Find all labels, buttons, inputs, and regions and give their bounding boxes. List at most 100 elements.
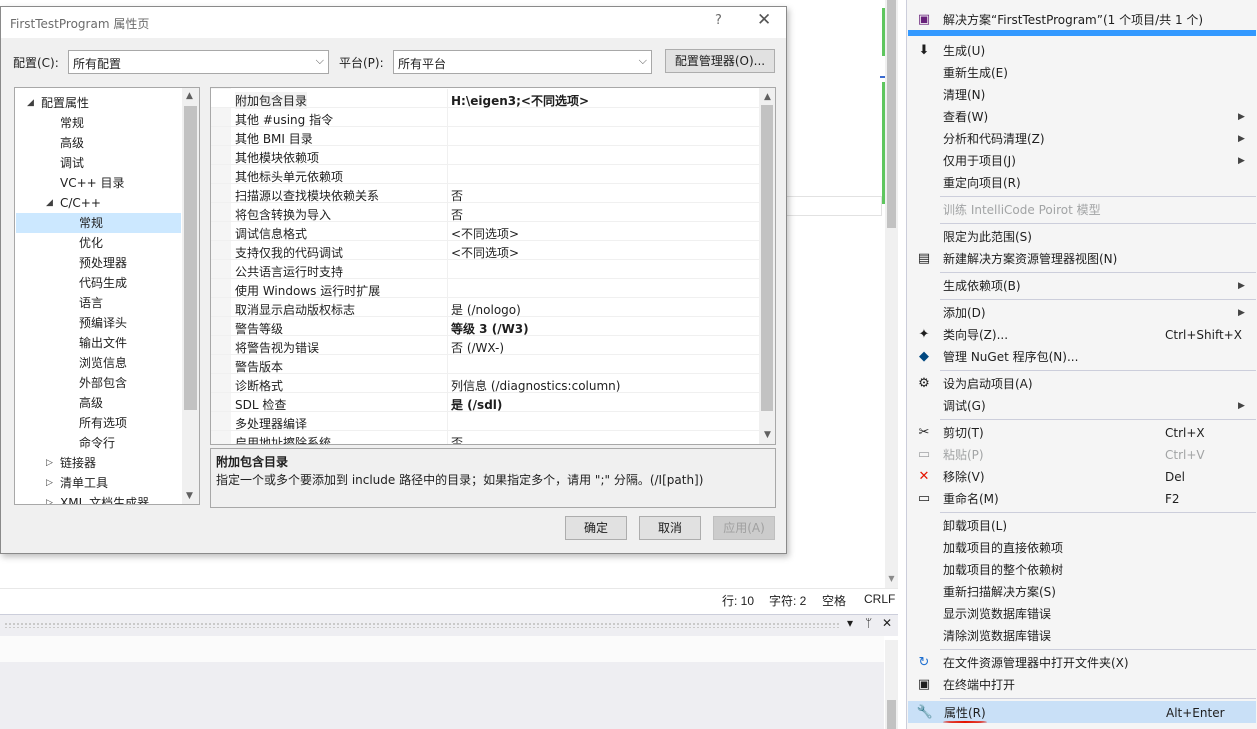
menu-item-24[interactable]: ✕ 移除(V) Del: [908, 466, 1256, 488]
dialog-titlebar[interactable]: FirstTestProgram 属性页 ? ✕: [1, 7, 786, 38]
property-grid[interactable]: 附加包含目录 H:\eigen3;<不同选项> 其他 #using 指令 其他 BMI…: [210, 87, 776, 445]
cancel-button[interactable]: 取消: [639, 516, 701, 540]
collapse-icon[interactable]: ◢: [46, 193, 53, 213]
property-row[interactable]: 警告版本: [211, 355, 759, 374]
help-icon[interactable]: ?: [715, 13, 722, 28]
scroll-down-arrow-icon[interactable]: ▼: [764, 430, 771, 440]
menu-item-34[interactable]: ↻ 在文件资源管理器中打开文件夹(X): [908, 652, 1256, 674]
tree-item[interactable]: ▷ XML 文档生成器: [16, 493, 181, 504]
menu-item-11[interactable]: ▤ 新建解决方案资源管理器视图(N): [908, 248, 1256, 270]
tree-item[interactable]: 调试: [16, 153, 181, 173]
tree-item[interactable]: 输出文件: [16, 333, 181, 353]
property-row[interactable]: 其他 BMI 目录: [211, 127, 759, 146]
property-row[interactable]: 多处理器编译: [211, 412, 759, 431]
expand-icon[interactable]: ▷: [46, 493, 53, 504]
menu-item-31[interactable]: 显示浏览数据库错误: [908, 603, 1256, 625]
tree-item[interactable]: 预编译头: [16, 313, 181, 333]
property-value[interactable]: 列信息 (/diagnostics:column): [451, 377, 620, 394]
apply-button[interactable]: 应用(A): [713, 516, 775, 540]
property-row[interactable]: 其他标头单元依赖项: [211, 165, 759, 184]
property-row[interactable]: 支持仅我的代码调试 <不同选项>: [211, 241, 759, 260]
menu-item-30[interactable]: 重新扫描解决方案(S): [908, 581, 1256, 603]
tree-item[interactable]: 语言: [16, 293, 181, 313]
property-value[interactable]: 否 (/WX-): [451, 339, 504, 356]
tree-item[interactable]: ◢ C/C++: [16, 193, 181, 213]
tree-item[interactable]: 高级: [16, 133, 181, 153]
tree-item[interactable]: ◢ 配置属性: [16, 93, 181, 113]
tool-window-scrollbar-thumb[interactable]: [887, 700, 896, 729]
menu-item-19[interactable]: ⚙ 设为启动项目(A): [908, 373, 1256, 395]
menu-item-16[interactable]: ✦ 类向导(Z)... Ctrl+Shift+X: [908, 324, 1256, 346]
menu-item-23[interactable]: ▭ 粘贴(P) Ctrl+V: [908, 444, 1256, 466]
scroll-down-arrow-icon[interactable]: ▼: [186, 491, 193, 501]
tree-item[interactable]: ▷ 链接器: [16, 453, 181, 473]
scroll-up-arrow-icon[interactable]: ▲: [186, 91, 193, 101]
menu-item-2[interactable]: 清理(N): [908, 84, 1256, 106]
expand-icon[interactable]: ▷: [46, 473, 53, 493]
menu-item-25[interactable]: ▭ 重命名(M) F2: [908, 488, 1256, 510]
property-value[interactable]: 等级 3 (/W3): [451, 320, 529, 337]
menu-item-37[interactable]: 🔧 属性(R) Alt+Enter: [908, 701, 1256, 723]
scroll-down-arrow-icon[interactable]: ▼: [885, 572, 898, 586]
property-row[interactable]: 附加包含目录 H:\eigen3;<不同选项>: [211, 89, 759, 109]
menu-item-3[interactable]: 查看(W) ▶: [908, 106, 1256, 128]
selected-project-node[interactable]: [908, 30, 1256, 36]
tree-item[interactable]: 浏览信息: [16, 353, 181, 373]
property-value[interactable]: 否: [451, 206, 463, 223]
property-value[interactable]: H:\eigen3;<不同选项>: [451, 92, 589, 109]
property-row[interactable]: SDL 检查 是 (/sdl): [211, 393, 759, 412]
editor-scrollbar-thumb[interactable]: [887, 0, 896, 228]
property-row[interactable]: 使用 Windows 运行时扩展: [211, 279, 759, 298]
menu-item-1[interactable]: 重新生成(E): [908, 62, 1256, 84]
tree-item[interactable]: VC++ 目录: [16, 173, 181, 193]
menu-item-6[interactable]: 重定向项目(R): [908, 172, 1256, 194]
property-row[interactable]: 扫描源以查找模块依赖关系 否: [211, 184, 759, 203]
property-row[interactable]: 诊断格式 列信息 (/diagnostics:column): [211, 374, 759, 393]
whitespace-indicator[interactable]: 空格: [822, 592, 846, 609]
property-value[interactable]: 是 (/nologo): [451, 301, 521, 318]
property-row[interactable]: 其他模块依赖项: [211, 146, 759, 165]
menu-item-5[interactable]: 仅用于项目(J) ▶: [908, 150, 1256, 172]
tree-item[interactable]: 命令行: [16, 433, 181, 453]
menu-item-20[interactable]: 调试(G) ▶: [908, 395, 1256, 417]
scroll-up-arrow-icon[interactable]: ▲: [764, 92, 771, 102]
line-ending-indicator[interactable]: CRLF: [864, 592, 895, 606]
pin-icon[interactable]: ᛘ: [865, 616, 872, 630]
collapse-icon[interactable]: ◢: [27, 93, 34, 113]
ok-button[interactable]: 确定: [565, 516, 627, 540]
platform-select[interactable]: 所有平台 ⌵: [393, 50, 652, 74]
tree-item[interactable]: 所有选项: [16, 413, 181, 433]
tree-item[interactable]: 预处理器: [16, 253, 181, 273]
tool-window-close-icon[interactable]: ✕: [882, 616, 892, 630]
menu-item-8[interactable]: 训练 IntelliCode Poirot 模型: [908, 199, 1256, 221]
tree-item[interactable]: 高级: [16, 393, 181, 413]
property-row[interactable]: 警告等级 等级 3 (/W3): [211, 317, 759, 336]
menu-item-29[interactable]: 加载项目的整个依赖树: [908, 559, 1256, 581]
menu-item-27[interactable]: 卸载项目(L): [908, 515, 1256, 537]
close-icon[interactable]: ✕: [757, 10, 771, 30]
expand-icon[interactable]: ▷: [46, 453, 53, 473]
property-row[interactable]: 取消显示启动版权标志 是 (/nologo): [211, 298, 759, 317]
property-value[interactable]: <不同选项>: [451, 244, 519, 261]
tool-window-grip[interactable]: [4, 622, 840, 628]
property-value[interactable]: 否: [451, 434, 463, 444]
property-value[interactable]: <不同选项>: [451, 225, 519, 242]
tree-item[interactable]: 常规: [16, 113, 181, 133]
menu-item-17[interactable]: ◆ 管理 NuGet 程序包(N)...: [908, 346, 1256, 368]
property-row[interactable]: 将包含转换为导入 否: [211, 203, 759, 222]
menu-item-0[interactable]: ⬇ 生成(U): [908, 40, 1256, 62]
solution-node[interactable]: ▣ 解决方案“FirstTestProgram”(1 个项目/共 1 个): [908, 9, 1256, 31]
property-value[interactable]: 是 (/sdl): [451, 396, 502, 413]
tree-item[interactable]: 优化: [16, 233, 181, 253]
menu-item-15[interactable]: 添加(D) ▶: [908, 302, 1256, 324]
tool-window-dropdown-icon[interactable]: ▾: [847, 616, 853, 630]
property-row[interactable]: 公共语言运行时支持: [211, 260, 759, 279]
config-manager-button[interactable]: 配置管理器(O)...: [665, 49, 775, 73]
menu-item-32[interactable]: 清除浏览数据库错误: [908, 625, 1256, 647]
property-tree[interactable]: ◢ 配置属性 常规 高级 调试 VC++ 目录 ◢ C/C++ 常规 优化 预处理器 代码生成 语言 预编…: [14, 87, 200, 505]
tree-scrollbar-thumb[interactable]: [184, 106, 197, 410]
menu-item-22[interactable]: ✂ 剪切(T) Ctrl+X: [908, 422, 1256, 444]
tree-item[interactable]: 常规: [16, 213, 181, 233]
menu-item-10[interactable]: 限定为此范围(S): [908, 226, 1256, 248]
config-select[interactable]: 所有配置 ⌵: [68, 50, 329, 74]
